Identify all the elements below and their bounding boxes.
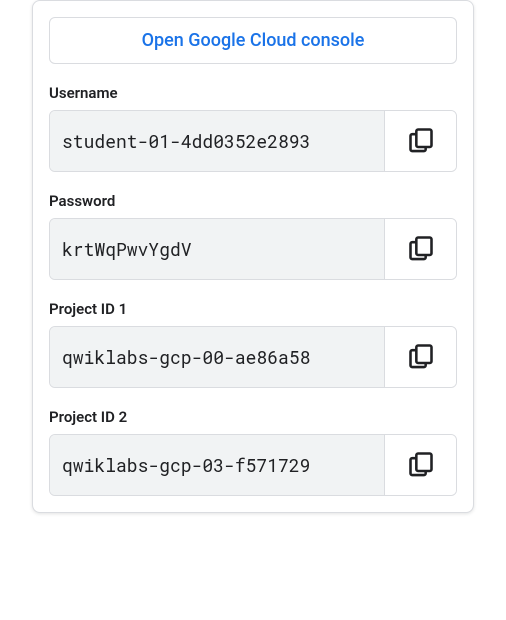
password-row: krtWqPwvYgdV	[49, 218, 457, 280]
copy-icon	[407, 126, 435, 157]
username-value: student-01-4dd0352e2893	[50, 111, 384, 171]
username-group: Username student-01-4dd0352e2893	[49, 84, 457, 172]
project-id-1-value: qwiklabs-gcp-00-ae86a58	[50, 327, 384, 387]
project-id-2-label: Project ID 2	[49, 408, 457, 426]
project-id-2-group: Project ID 2 qwiklabs-gcp-03-f571729	[49, 408, 457, 496]
password-label: Password	[49, 192, 457, 210]
project-id-2-row: qwiklabs-gcp-03-f571729	[49, 434, 457, 496]
project-id-1-group: Project ID 1 qwiklabs-gcp-00-ae86a58	[49, 300, 457, 388]
copy-project-id-1-button[interactable]	[384, 327, 456, 387]
copy-project-id-2-button[interactable]	[384, 435, 456, 495]
project-id-1-row: qwiklabs-gcp-00-ae86a58	[49, 326, 457, 388]
credentials-card: Open Google Cloud console Username stude…	[32, 0, 474, 513]
project-id-2-value: qwiklabs-gcp-03-f571729	[50, 435, 384, 495]
copy-icon	[407, 234, 435, 265]
password-group: Password krtWqPwvYgdV	[49, 192, 457, 280]
username-row: student-01-4dd0352e2893	[49, 110, 457, 172]
open-console-button[interactable]: Open Google Cloud console	[49, 17, 457, 64]
copy-icon	[407, 450, 435, 481]
username-label: Username	[49, 84, 457, 102]
copy-username-button[interactable]	[384, 111, 456, 171]
copy-icon	[407, 342, 435, 373]
copy-password-button[interactable]	[384, 219, 456, 279]
password-value: krtWqPwvYgdV	[50, 219, 384, 279]
project-id-1-label: Project ID 1	[49, 300, 457, 318]
